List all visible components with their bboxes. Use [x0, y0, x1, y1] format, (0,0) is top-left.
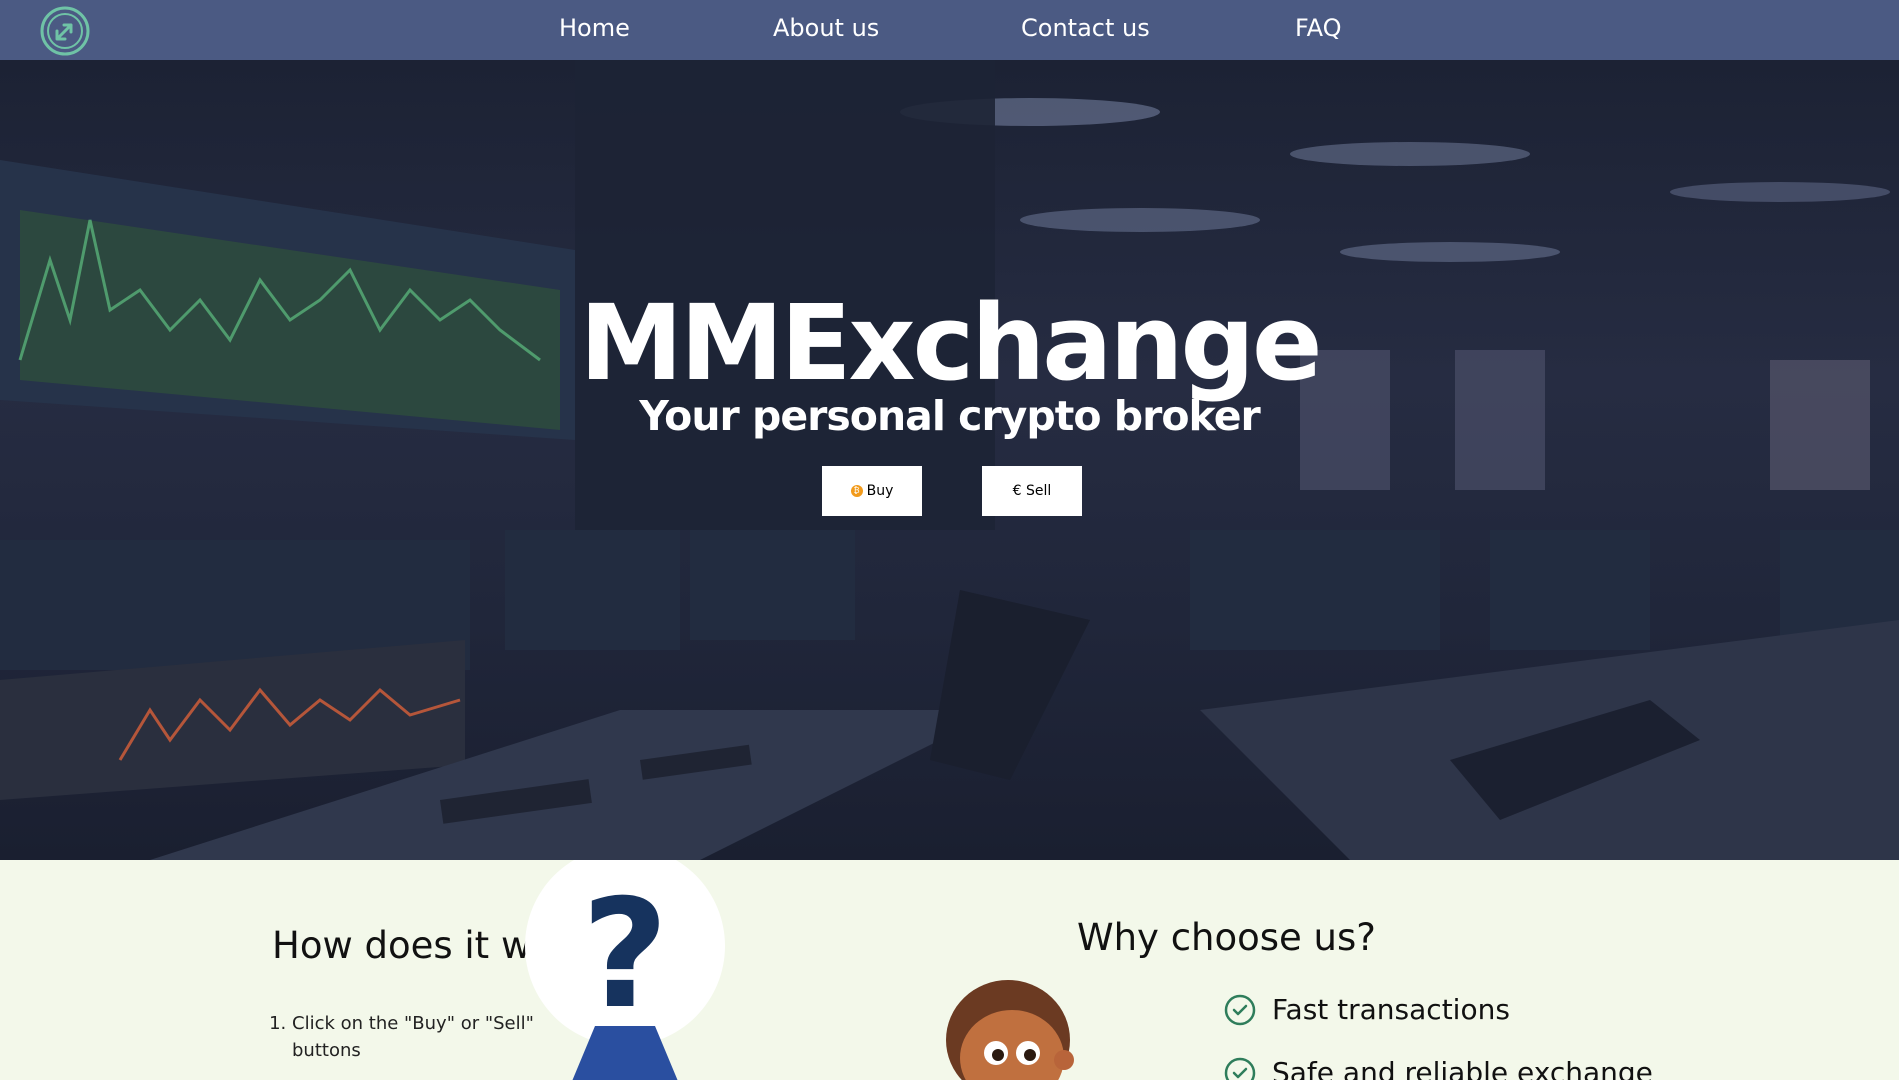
feature-label: Fast transactions [1272, 993, 1510, 1026]
hero-subtitle: Your personal crypto broker [639, 392, 1260, 440]
sell-button[interactable]: € Sell [982, 466, 1082, 516]
nav-link-about[interactable]: About us [773, 14, 879, 42]
buy-button-label: Buy [866, 483, 894, 499]
boy-character-illustration [946, 980, 1074, 1080]
feature-item: Safe and reliable exchange [1224, 1056, 1653, 1080]
check-circle-icon [1224, 1057, 1256, 1080]
feature-item: Fast transactions [1224, 993, 1510, 1026]
trading-room-background-image [0, 60, 1899, 860]
svg-text:?: ? [581, 868, 668, 1042]
bitcoin-icon: ₿ [850, 485, 863, 497]
top-navbar: Home About us Contact us FAQ [0, 0, 1899, 60]
hero-section: MMExchange Your personal crypto broker ₿… [0, 60, 1899, 860]
buy-button[interactable]: ₿ Buy [822, 466, 922, 516]
nav-link-home[interactable]: Home [559, 14, 630, 42]
check-circle-icon [1224, 994, 1256, 1025]
exchange-arrows-logo-icon[interactable] [39, 5, 91, 57]
info-section: How does it work Click on the "Buy" or "… [0, 860, 1899, 1080]
sell-button-label: € Sell [1012, 483, 1052, 499]
nav-link-contact[interactable]: Contact us [1021, 14, 1150, 42]
hero-title: MMExchange [579, 282, 1323, 404]
steps-list: Click on the "Buy" or "Sell" buttons [278, 1010, 538, 1064]
step-item: Click on the "Buy" or "Sell" buttons [292, 1010, 538, 1064]
why-choose-us-title: Why choose us? [1077, 916, 1376, 959]
feature-label: Safe and reliable exchange [1272, 1056, 1653, 1080]
nav-link-faq[interactable]: FAQ [1295, 14, 1342, 42]
question-mark-person-illustration: ? [525, 860, 725, 1080]
